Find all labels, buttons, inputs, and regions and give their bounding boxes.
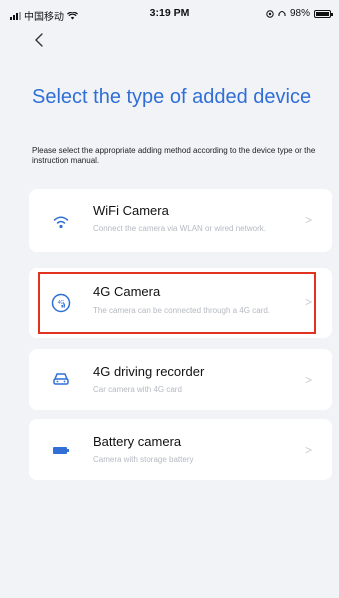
- battery-status-icon: [314, 9, 333, 18]
- device-name: WiFi Camera: [93, 203, 169, 218]
- page-description: Please select the appropriate adding met…: [32, 146, 316, 165]
- page-title: Select the type of added device: [32, 86, 312, 108]
- device-subtitle: Connect the camera via WLAN or wired net…: [93, 224, 266, 233]
- device-subtitle: Camera with storage battery: [93, 455, 194, 464]
- headphones-icon: [278, 10, 286, 16]
- chevron-right-icon: >: [304, 295, 312, 309]
- device-name: Battery camera: [93, 434, 182, 449]
- device-subtitle: Car camera with 4G card: [93, 385, 182, 394]
- device-name: 4G Camera: [93, 284, 161, 299]
- device-option-wifi-camera[interactable]: WiFi Camera Connect the camera via WLAN …: [29, 189, 332, 252]
- device-subtitle: The camera can be connected through a 4G…: [93, 306, 270, 315]
- device-option-battery-camera[interactable]: Battery camera Camera with storage batte…: [29, 419, 332, 480]
- 4g-signal-icon: 4G: [51, 293, 71, 313]
- chevron-right-icon: >: [304, 373, 312, 387]
- status-bar: 中国移动 3:19 PM 98%: [0, 0, 339, 24]
- chevron-right-icon: >: [304, 443, 312, 457]
- battery-percent: 98%: [289, 8, 310, 19]
- svg-text:4G: 4G: [58, 300, 65, 306]
- back-button[interactable]: [32, 30, 56, 54]
- chevron-left-icon: [35, 33, 43, 47]
- wifi-icon: [51, 211, 71, 231]
- device-option-4g-driving-recorder[interactable]: 4G driving recorder Car camera with 4G c…: [29, 349, 332, 410]
- car-icon: [51, 369, 71, 389]
- status-right: 98%: [266, 8, 333, 19]
- device-option-4g-camera[interactable]: 4G 4G Camera The camera can be connected…: [29, 268, 332, 338]
- location-icon: [266, 9, 274, 18]
- battery-icon: [51, 440, 71, 460]
- device-name: 4G driving recorder: [93, 364, 205, 379]
- chevron-right-icon: >: [304, 213, 312, 227]
